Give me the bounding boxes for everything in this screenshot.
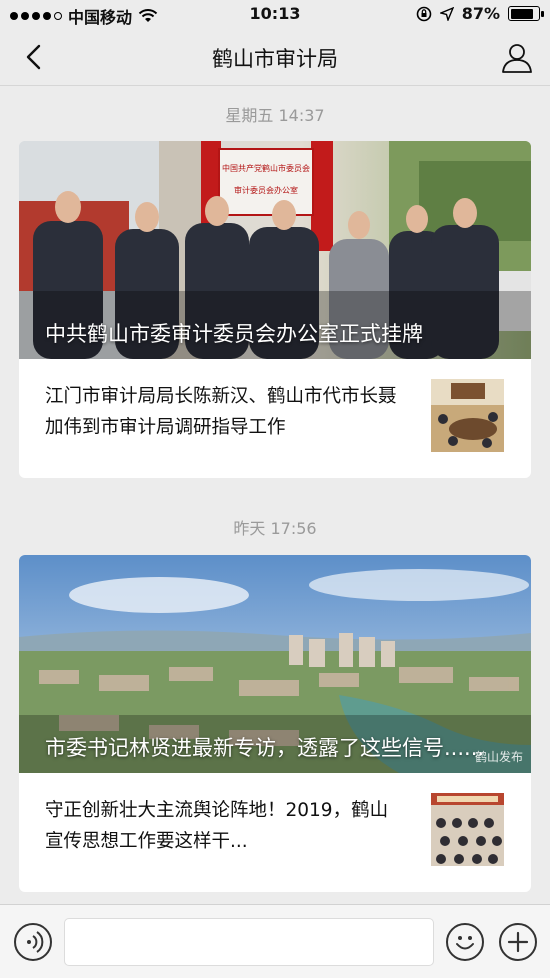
status-bar: 中国移动 10:13 87% — [0, 0, 550, 28]
hero-title: 中共鹤山市委审计委员会办公室正式挂牌 — [45, 322, 423, 346]
article-hero[interactable]: 中国共产党鹤山市委员会 审计委员会办公室 中共鹤山市委审计委员会办公室正式挂牌 — [19, 141, 531, 359]
plus-icon[interactable] — [499, 923, 537, 961]
sub-article-row[interactable]: 守正创新壮大主流舆论阵地！2019，鹤山宣传思想工作要这样干... — [19, 773, 531, 891]
article-hero[interactable]: 市委书记林贤进最新专访，透露了这些信号...... 鹤山发布 — [19, 555, 531, 773]
message-timestamp: 昨天 17:56 — [233, 519, 317, 538]
voice-icon[interactable] — [14, 923, 52, 961]
emoji-icon[interactable] — [446, 923, 484, 961]
article-card: 市委书记林贤进最新专访，透露了这些信号...... 鹤山发布 守正创新壮大主流舆… — [19, 555, 531, 892]
location-icon — [439, 6, 454, 21]
sub-article-title: 江门市审计局局长陈新汉、鹤山市代市长聂加伟到市审计局调研指导工作 — [45, 386, 397, 438]
message-input[interactable] — [64, 918, 434, 966]
battery-percent: 87% — [461, 4, 500, 23]
sub-article-row[interactable]: 江门市审计局局长陈新汉、鹤山市代市长聂加伟到市审计局调研指导工作 — [19, 359, 531, 477]
page-title: 鹤山市审计局 — [212, 47, 338, 71]
battery-icon — [508, 6, 544, 21]
battery-fill — [510, 8, 534, 19]
hero-title: 市委书记林贤进最新专访，透露了这些信号...... — [45, 736, 485, 760]
message-input-bar — [0, 904, 550, 978]
person-icon[interactable] — [498, 39, 536, 77]
message-timestamp: 星期五 14:37 — [225, 106, 325, 125]
article-card: 中国共产党鹤山市委员会 审计委员会办公室 中共鹤山市委审计委员会办公室正式挂牌 … — [19, 141, 531, 478]
sub-article-thumbnail — [431, 379, 504, 452]
sub-article-title: 守正创新壮大主流舆论阵地！2019，鹤山宣传思想工作要这样干... — [45, 800, 389, 852]
status-right: 87% — [416, 4, 544, 23]
rotation-lock-icon — [416, 6, 432, 21]
sub-article-thumbnail — [431, 793, 504, 866]
nav-bar: 鹤山市审计局 — [0, 28, 550, 86]
plaque-text-2: 审计委员会办公室 — [234, 185, 298, 195]
plaque-text-1: 中国共产党鹤山市委员会 — [222, 163, 310, 173]
watermark: 鹤山发布 — [474, 750, 523, 764]
